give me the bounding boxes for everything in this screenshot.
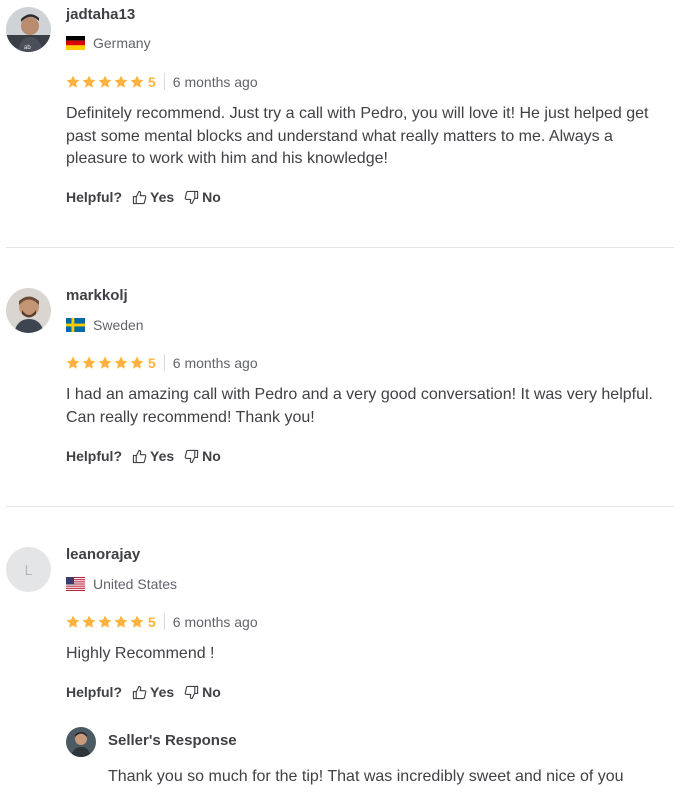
helpful-label: Helpful? xyxy=(66,684,122,700)
user-photo-icon xyxy=(6,288,51,333)
thumbs-down-icon xyxy=(184,685,199,699)
avatar[interactable] xyxy=(6,288,51,333)
rating: 5 6 months ago xyxy=(66,73,258,90)
country-name: Sweden xyxy=(93,317,144,333)
username[interactable]: jadtaha13 xyxy=(66,6,135,23)
star-icon xyxy=(82,75,96,88)
seller-avatar[interactable] xyxy=(66,727,96,757)
helpful-row: Helpful? Yes No xyxy=(66,448,221,464)
star-icon xyxy=(82,356,96,369)
star-icon xyxy=(98,356,112,369)
svg-text:ab: ab xyxy=(24,45,31,51)
helpful-no-button[interactable]: No xyxy=(184,448,221,464)
seller-response-text: Thank you so much for the tip! That was … xyxy=(108,768,624,785)
rating-score: 5 xyxy=(148,613,156,630)
star-icon xyxy=(130,615,144,628)
rating: 5 6 months ago xyxy=(66,613,258,630)
germany-flag-icon xyxy=(66,36,85,50)
star-icon xyxy=(130,75,144,88)
divider xyxy=(163,73,165,90)
star-icon xyxy=(130,356,144,369)
timestamp: 6 months ago xyxy=(172,354,258,371)
helpful-row: Helpful? Yes No xyxy=(66,684,221,700)
star-icon xyxy=(114,356,128,369)
star-rating xyxy=(66,615,144,629)
helpful-no-button[interactable]: No xyxy=(184,684,221,700)
helpful-yes-button[interactable]: Yes xyxy=(132,189,174,205)
divider xyxy=(163,354,165,371)
thumbs-up-icon xyxy=(132,190,147,204)
star-icon xyxy=(66,356,80,369)
avatar[interactable]: L xyxy=(6,547,51,592)
country: United States xyxy=(66,576,177,592)
timestamp: 6 months ago xyxy=(172,73,258,90)
country: Sweden xyxy=(66,317,144,333)
seller-response-title: Seller's Response xyxy=(108,732,237,749)
review-text: Highly Recommend ! xyxy=(66,645,215,662)
review-text: Definitely recommend. Just try a call wi… xyxy=(66,105,649,167)
star-icon xyxy=(82,615,96,628)
username[interactable]: markkolj xyxy=(66,287,128,304)
star-icon xyxy=(114,75,128,88)
review-text: I had an amazing call with Pedro and a v… xyxy=(66,386,653,426)
avatar[interactable]: ab xyxy=(6,7,51,52)
review-divider xyxy=(6,247,674,248)
helpful-row: Helpful? Yes No xyxy=(66,189,221,205)
star-rating xyxy=(66,75,144,89)
sweden-flag-icon xyxy=(66,318,85,332)
star-icon xyxy=(98,615,112,628)
timestamp: 6 months ago xyxy=(172,613,258,630)
star-icon xyxy=(66,615,80,628)
user-photo-icon: ab xyxy=(6,7,51,52)
helpful-yes-label: Yes xyxy=(150,684,175,700)
username[interactable]: leanorajay xyxy=(66,546,140,563)
thumbs-down-icon xyxy=(184,449,199,463)
helpful-yes-button[interactable]: Yes xyxy=(132,448,174,464)
star-rating xyxy=(66,356,144,370)
country-name: United States xyxy=(93,576,178,592)
helpful-yes-label: Yes xyxy=(150,448,175,464)
star-icon xyxy=(114,615,128,628)
rating-score: 5 xyxy=(148,354,156,371)
helpful-no-button[interactable]: No xyxy=(184,189,221,205)
helpful-no-label: No xyxy=(202,189,221,205)
seller-photo-icon xyxy=(66,727,96,757)
review-divider xyxy=(6,506,674,507)
divider xyxy=(163,613,165,630)
helpful-no-label: No xyxy=(202,448,221,464)
thumbs-down-icon xyxy=(184,190,199,204)
star-icon xyxy=(66,75,80,88)
thumbs-up-icon xyxy=(132,685,147,699)
rating-score: 5 xyxy=(148,73,156,90)
country-name: Germany xyxy=(93,35,151,51)
thumbs-up-icon xyxy=(132,449,147,463)
helpful-label: Helpful? xyxy=(66,448,122,464)
usa-flag-icon xyxy=(66,577,85,591)
country: Germany xyxy=(66,35,151,51)
helpful-yes-label: Yes xyxy=(150,189,175,205)
star-icon xyxy=(98,75,112,88)
helpful-yes-button[interactable]: Yes xyxy=(132,684,174,700)
rating: 5 6 months ago xyxy=(66,354,258,371)
helpful-no-label: No xyxy=(202,684,221,700)
helpful-label: Helpful? xyxy=(66,189,122,205)
